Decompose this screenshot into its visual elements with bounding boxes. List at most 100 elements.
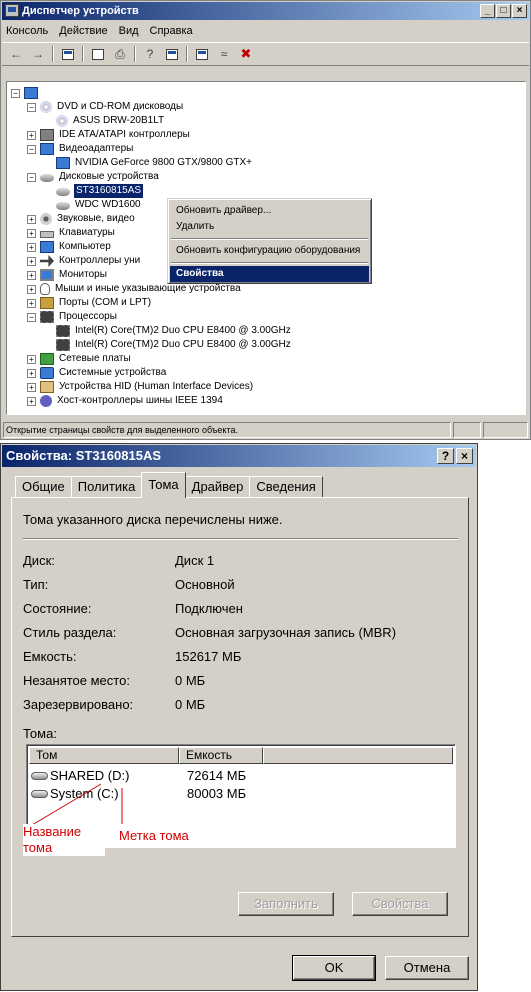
uninstall-icon[interactable]: ✖ [236, 45, 256, 63]
expand-icon[interactable]: + [27, 242, 36, 252]
tree-row[interactable]: − Процессоры [27, 310, 118, 324]
forward-arrow-icon[interactable]: → [28, 45, 48, 63]
tree-row[interactable]: + Клавиатуры [27, 226, 116, 240]
context-update-driver[interactable]: Обновить драйвер... [170, 203, 369, 219]
column-header-volume[interactable]: Том [29, 747, 179, 764]
tree-row[interactable]: ASUS DRW-20B1LT [43, 114, 165, 128]
help-icon[interactable]: ? [140, 45, 160, 63]
collapse-icon[interactable]: − [11, 88, 20, 98]
tree-item-label: Мониторы [59, 269, 107, 280]
close-button[interactable]: × [512, 4, 527, 18]
maximize-button[interactable]: □ [496, 4, 511, 18]
expand-icon[interactable]: + [27, 368, 36, 378]
device-icon [40, 101, 52, 113]
tab-general[interactable]: Общие [15, 476, 72, 498]
toolbar: ← → ⎙ ? ≈ ✖ [2, 42, 529, 66]
tree-row[interactable]: + Системные устройства [27, 366, 167, 380]
tree-item-label: Звуковые, видео [57, 213, 135, 224]
disable-device-icon[interactable]: ≈ [214, 45, 234, 63]
tree-row[interactable]: − Дисковые устройства [27, 170, 160, 184]
expand-icon[interactable]: + [27, 396, 36, 406]
menu-view[interactable]: Вид [119, 25, 139, 37]
tab-driver[interactable]: Драйвер [184, 476, 251, 498]
expand-icon[interactable]: + [27, 256, 36, 266]
toolbar-separator [186, 46, 188, 62]
collapse-icon[interactable]: − [27, 312, 36, 322]
expand-icon[interactable]: + [27, 284, 36, 294]
volume-properties-button[interactable]: Свойства [352, 892, 448, 916]
context-uninstall[interactable]: Удалить [170, 219, 369, 235]
back-arrow-icon[interactable]: ← [6, 45, 26, 63]
tab-volumes[interactable]: Тома [141, 472, 186, 498]
tree-row[interactable]: + Мыши и иные указывающие устройства [27, 282, 242, 296]
device-icon [40, 353, 54, 365]
populate-button[interactable]: Заполнить [238, 892, 334, 916]
cancel-button[interactable]: Отмена [385, 956, 469, 980]
volume-row[interactable]: SHARED (D:) 72614 МБ [31, 767, 246, 785]
device-icon [40, 367, 54, 379]
device-manager-title: Диспетчер устройств [22, 5, 139, 17]
console-tree-icon[interactable] [58, 45, 78, 63]
tree-row[interactable]: + Хост-контроллеры шины IEEE 1394 [27, 394, 224, 408]
tree-row[interactable]: + IDE ATA/ATAPI контроллеры [27, 128, 191, 142]
tree-row[interactable]: + Сетевые платы [27, 352, 132, 366]
collapse-icon[interactable]: − [27, 102, 36, 112]
menu-console[interactable]: Консоль [6, 25, 48, 37]
collapse-icon[interactable]: − [27, 144, 36, 154]
tab-details[interactable]: Сведения [249, 476, 323, 498]
minimize-button[interactable]: _ [480, 4, 495, 18]
tree-item-label: Дисковые устройства [59, 171, 159, 182]
print-icon[interactable]: ⎙ [110, 45, 130, 63]
tree-row[interactable]: − DVD и CD-ROM дисководы [27, 100, 184, 114]
tree-row[interactable]: NVIDIA GeForce 9800 GTX/9800 GTX+ [43, 156, 253, 170]
device-icon [40, 241, 54, 253]
tree-row[interactable]: WDC WD1600 [43, 198, 142, 212]
tree-row[interactable]: − Видеоадаптеры [27, 142, 134, 156]
context-properties[interactable]: Свойства [170, 266, 369, 282]
tree-row[interactable]: − [11, 86, 44, 100]
menu-bar: Консоль Действие Вид Справка [2, 21, 529, 41]
help-button[interactable]: ? [437, 448, 454, 464]
tree-row[interactable]: ST3160815AS [43, 184, 144, 198]
properties-icon[interactable] [88, 45, 108, 63]
scan-hardware-icon[interactable] [192, 45, 212, 63]
tree-row[interactable]: + Звуковые, видео [27, 212, 136, 226]
menu-action[interactable]: Действие [59, 25, 107, 37]
volume-row[interactable]: System (C:) 80003 МБ [31, 785, 246, 803]
view-icon[interactable] [162, 45, 182, 63]
device-icon [56, 202, 70, 210]
properties-title-bar: Свойства: ST3160815AS ? × [2, 445, 476, 467]
prop-value: 152617 МБ [175, 649, 242, 664]
menu-help[interactable]: Справка [150, 25, 193, 37]
context-scan-hardware[interactable]: Обновить конфигурацию оборудования [170, 243, 369, 259]
expand-icon[interactable]: + [27, 382, 36, 392]
tree-row[interactable]: + Устройства HID (Human Interface Devices… [27, 380, 254, 394]
tree-item-label: ST3160815AS [74, 184, 144, 198]
expand-icon[interactable]: + [27, 130, 36, 140]
tree-row[interactable]: Intel(R) Core(TM)2 Duo CPU E8400 @ 3.00G… [43, 338, 292, 352]
tree-row[interactable]: Intel(R) Core(TM)2 Duo CPU E8400 @ 3.00G… [43, 324, 292, 338]
status-pane [453, 422, 481, 438]
device-icon [56, 115, 68, 127]
tree-item-label: DVD и CD-ROM дисководы [57, 101, 184, 112]
tree-row[interactable]: + Мониторы [27, 268, 108, 282]
close-button[interactable]: × [456, 448, 473, 464]
tab-policy[interactable]: Политика [70, 476, 143, 498]
expand-icon[interactable]: + [27, 354, 36, 364]
expand-icon[interactable]: + [27, 270, 36, 280]
hard-drive-icon [31, 790, 48, 798]
column-header-capacity[interactable]: Емкость [179, 747, 263, 764]
collapse-icon[interactable]: − [27, 172, 36, 182]
expand-icon[interactable]: + [27, 298, 36, 308]
expand-icon[interactable]: + [27, 214, 36, 224]
tree-row[interactable]: + Порты (COM и LPT) [27, 296, 152, 310]
tree-item-label: Intel(R) Core(TM)2 Duo CPU E8400 @ 3.00G… [75, 325, 291, 336]
ok-button[interactable]: OK [292, 955, 376, 981]
device-icon [40, 143, 54, 155]
device-icon [40, 283, 50, 295]
annotation-volume-label: Метка тома [119, 828, 189, 844]
expand-icon[interactable]: + [27, 228, 36, 238]
tree-row[interactable]: + Контроллеры уни [27, 254, 141, 268]
tree-row[interactable]: + Компьютер [27, 240, 112, 254]
tree-item-label: Клавиатуры [59, 227, 115, 238]
